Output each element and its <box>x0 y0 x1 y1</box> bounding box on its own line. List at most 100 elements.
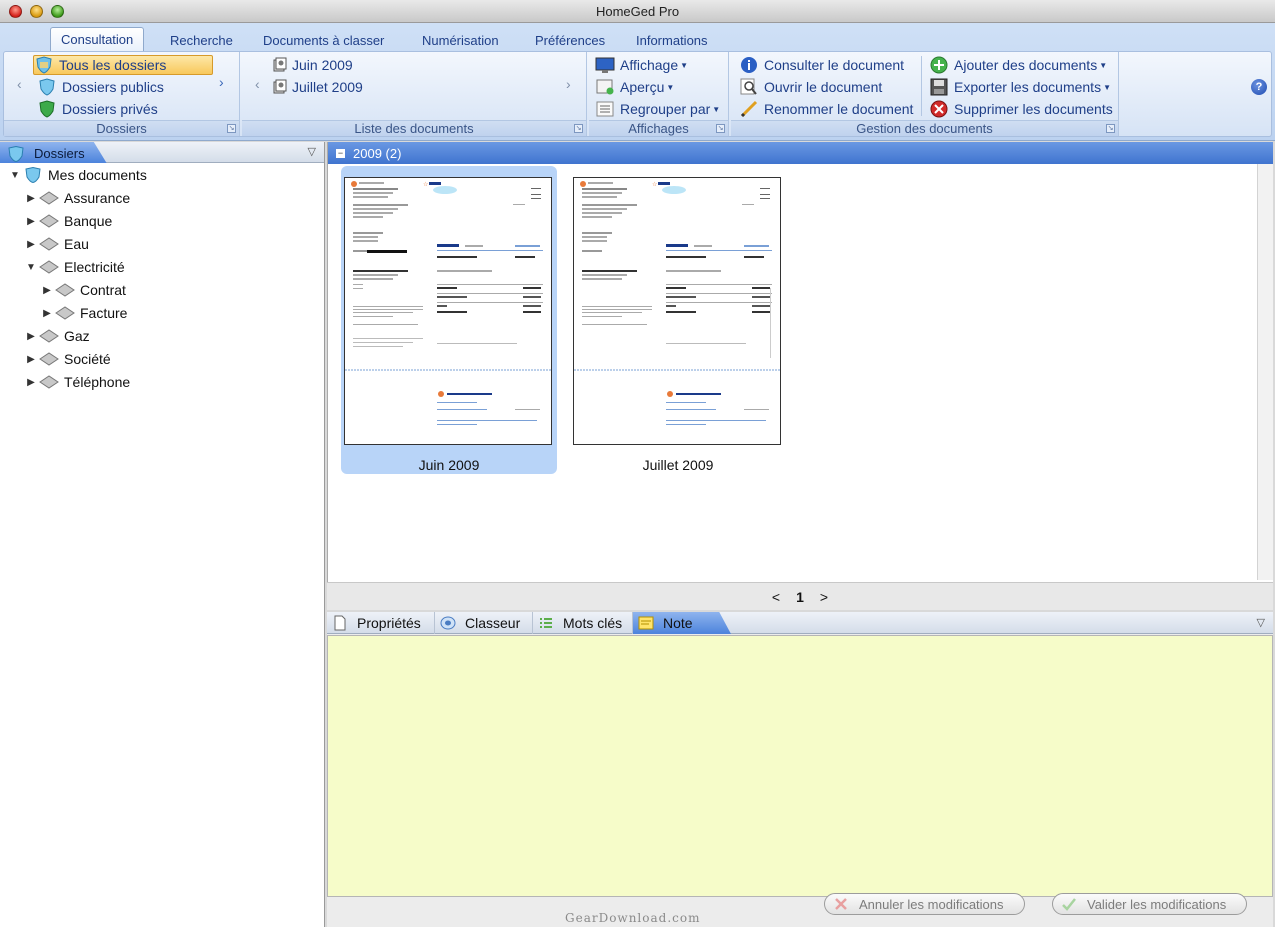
tree-node-telephone[interactable]: ▶ Téléphone <box>24 371 130 393</box>
all-folders-button[interactable]: Tous les dossiers <box>33 55 213 75</box>
document-stack-icon <box>272 56 288 74</box>
validate-changes-button[interactable]: Valider les modifications <box>1052 893 1247 915</box>
group-label-gestion: Gestion des documents <box>731 120 1118 136</box>
sticky-note-icon <box>637 615 655 631</box>
group-launcher-liste[interactable]: ↘ <box>574 124 583 133</box>
group-label-liste: Liste des documents <box>242 120 586 136</box>
tree-node-eau[interactable]: ▶ Eau <box>24 233 89 255</box>
affichage-label: Affichage <box>620 57 679 73</box>
watermark-text: GearDownload.com <box>565 911 701 925</box>
group-launcher-dossiers[interactable]: ↘ <box>227 124 236 133</box>
help-icon[interactable]: ? <box>1251 79 1267 95</box>
collapse-minus-icon[interactable]: − <box>336 148 345 158</box>
document-preview-image: ☆ <box>344 177 552 445</box>
tab-preferences[interactable]: Préférences <box>525 29 615 51</box>
collapsed-triangle-icon[interactable]: ▶ <box>24 239 38 250</box>
tree-node-assurance[interactable]: ▶ Assurance <box>24 187 130 209</box>
tree-node-contrat[interactable]: ▶ Contrat <box>40 279 126 301</box>
panel-menu-chevron-icon[interactable]: ▽ <box>1257 616 1265 629</box>
collapsed-triangle-icon[interactable]: ▶ <box>40 308 54 319</box>
folder-icon <box>38 351 60 367</box>
tree-node-electricite[interactable]: ▼ Electricité <box>24 256 125 278</box>
collapsed-triangle-icon[interactable]: ▶ <box>24 331 38 342</box>
consult-document-button[interactable]: Consulter le document <box>739 55 904 75</box>
folder-icon <box>38 190 60 206</box>
panel-menu-chevron-icon[interactable]: ▽ <box>308 145 316 158</box>
tree-node-facture[interactable]: ▶ Facture <box>40 302 127 324</box>
document-thumbnail-juillet-2009[interactable]: ☆ Juillet 2009 <box>570 166 786 473</box>
tree-node-mes-documents[interactable]: ▼ Mes documents <box>8 164 147 186</box>
open-document-button[interactable]: Ouvrir le document <box>739 77 882 97</box>
pager: < 1 > <box>327 582 1273 610</box>
list-item-juillet-2009[interactable]: Juillet 2009 <box>272 77 363 97</box>
private-folder-icon <box>37 100 57 118</box>
list-scroll-right-arrow[interactable]: › <box>566 76 571 92</box>
binder-disc-icon <box>439 615 457 631</box>
tab-note[interactable]: Note <box>633 612 731 634</box>
list-item-juin-2009[interactable]: Juin 2009 <box>272 55 353 75</box>
folder-icon <box>38 236 60 252</box>
documents-vertical-scrollbar[interactable] <box>1257 164 1273 580</box>
group-label-affichages: Affichages <box>589 120 728 136</box>
tab-recherche[interactable]: Recherche <box>160 29 243 51</box>
folder-icon <box>54 305 76 321</box>
affichage-dropdown[interactable]: Affichage ▼ <box>595 55 688 75</box>
cancel-changes-button[interactable]: Annuler les modifications <box>824 893 1025 915</box>
svg-text:☆: ☆ <box>423 181 428 188</box>
tab-consultation[interactable]: Consultation <box>50 27 145 52</box>
tree-node-societe[interactable]: ▶ Société <box>24 348 111 370</box>
scroll-right-arrow[interactable]: › <box>219 74 224 90</box>
previous-page-button[interactable]: < <box>772 589 780 605</box>
current-page-number: 1 <box>796 588 804 605</box>
public-folders-button[interactable]: Dossiers publics <box>37 77 164 97</box>
public-folders-label: Dossiers publics <box>62 79 164 95</box>
tab-classeur[interactable]: Classeur <box>435 612 533 634</box>
list-scroll-left-arrow[interactable]: ‹ <box>255 76 260 92</box>
expanded-triangle-icon[interactable]: ▼ <box>8 170 22 181</box>
tab-documents-a-classer[interactable]: Documents à classer <box>253 29 394 51</box>
tab-informations[interactable]: Informations <box>626 29 718 51</box>
tree-node-label: Société <box>64 351 111 367</box>
document-thumbnail-juin-2009[interactable]: ☆ Juin 2009 <box>341 166 557 474</box>
chevron-down-icon: ▼ <box>1099 60 1108 70</box>
apercu-dropdown[interactable]: Aperçu ▼ <box>595 77 674 97</box>
collapsed-triangle-icon[interactable]: ▶ <box>24 193 38 204</box>
private-folders-label: Dossiers privés <box>62 101 158 117</box>
pencil-icon <box>739 100 759 118</box>
collapsed-triangle-icon[interactable]: ▶ <box>40 285 54 296</box>
tab-label: Note <box>663 615 693 631</box>
collapsed-triangle-icon[interactable]: ▶ <box>24 354 38 365</box>
private-folders-button[interactable]: Dossiers privés <box>37 99 158 119</box>
export-documents-button[interactable]: Exporter les documents ▼ <box>929 77 1111 97</box>
scroll-left-arrow[interactable]: ‹ <box>17 76 22 92</box>
delete-documents-button[interactable]: Supprimer les documents <box>929 99 1113 119</box>
ribbon: Consultation Recherche Documents à class… <box>0 23 1275 141</box>
tab-mots-cles[interactable]: Mots clés <box>533 612 633 634</box>
regrouper-par-dropdown[interactable]: Regrouper par ▼ <box>595 99 720 119</box>
year-group-header[interactable]: − 2009 (2) <box>328 142 1273 164</box>
note-textarea[interactable] <box>327 635 1273 897</box>
tab-proprietes[interactable]: Propriétés <box>327 612 435 634</box>
folder-icon <box>38 259 60 275</box>
tree-node-gaz[interactable]: ▶ Gaz <box>24 325 90 347</box>
folder-icon <box>38 328 60 344</box>
all-folders-label: Tous les dossiers <box>59 57 167 73</box>
consult-document-label: Consulter le document <box>764 57 905 73</box>
folders-panel-tab[interactable]: Dossiers <box>0 142 107 163</box>
collapsed-triangle-icon[interactable]: ▶ <box>24 216 38 227</box>
next-page-button[interactable]: > <box>820 589 828 605</box>
collapsed-triangle-icon[interactable]: ▶ <box>24 377 38 388</box>
tree-node-banque[interactable]: ▶ Banque <box>24 210 112 232</box>
cancel-changes-label: Annuler les modifications <box>859 896 1004 912</box>
chevron-down-icon: ▼ <box>1103 82 1111 92</box>
svg-text:☆: ☆ <box>652 181 657 188</box>
add-icon <box>929 56 949 74</box>
expanded-triangle-icon[interactable]: ▼ <box>24 262 38 273</box>
tab-numerisation[interactable]: Numérisation <box>412 29 509 51</box>
group-launcher-affichages[interactable]: ↘ <box>716 124 725 133</box>
group-launcher-gestion[interactable]: ↘ <box>1106 124 1115 133</box>
add-documents-button[interactable]: Ajouter des documents ▼ <box>929 55 1107 75</box>
rename-document-button[interactable]: Renommer le document <box>739 99 913 119</box>
list-item-label: Juillet 2009 <box>292 79 363 95</box>
open-document-label: Ouvrir le document <box>764 79 883 95</box>
